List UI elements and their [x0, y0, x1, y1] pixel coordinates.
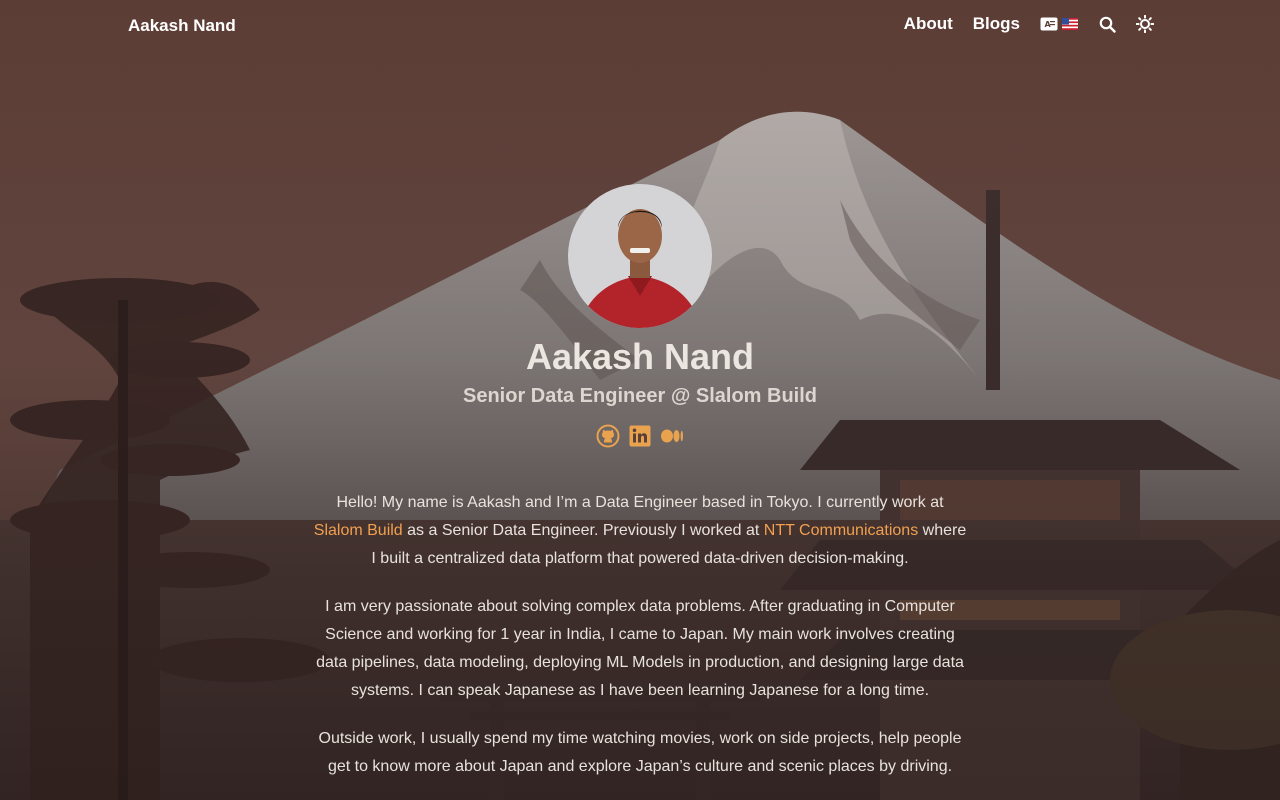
nav-link-about[interactable]: About — [904, 14, 953, 34]
profile-name: Aakash Nand — [525, 336, 755, 377]
translate-icon: A — [1040, 17, 1058, 31]
bio-paragraph-1: Hello! My name is Aakash and I’m a Data … — [310, 489, 970, 573]
github-link[interactable] — [596, 424, 620, 448]
bio-paragraph-2: I am very passionate about solving compl… — [316, 598, 964, 699]
nav-link-blogs[interactable]: Blogs — [973, 14, 1020, 34]
bio-paragraph-3: Outside work, I usually spend my time wa… — [318, 730, 962, 775]
search-button[interactable] — [1098, 15, 1116, 33]
avatar — [568, 184, 712, 328]
medium-icon — [661, 429, 683, 443]
link-slalom-build[interactable]: Slalom Build — [314, 522, 403, 539]
search-icon — [1099, 16, 1116, 33]
nav-right-group: About Blogs A — [904, 14, 1154, 34]
theme-toggle-button[interactable] — [1136, 15, 1154, 33]
linkedin-icon — [629, 425, 651, 447]
bio-text: as a Senior Data Engineer. Previously I … — [402, 522, 764, 539]
profile-photo — [568, 184, 712, 328]
top-navbar: Aakash Nand About Blogs A — [0, 0, 1280, 52]
profile-title: Senior Data Engineer @ Slalom Build — [462, 385, 817, 407]
bio-text: Hello! My name is Aakash and I’m a Data … — [336, 494, 944, 511]
bio-section: Hello! My name is Aakash and I’m a Data … — [310, 489, 970, 800]
linkedin-link[interactable] — [628, 424, 652, 448]
social-links — [596, 424, 684, 448]
site-brand-link[interactable]: Aakash Nand — [128, 16, 236, 36]
link-ntt-communications[interactable]: NTT Communications — [764, 522, 918, 539]
language-switcher[interactable]: A — [1040, 17, 1078, 31]
sun-icon — [1136, 15, 1154, 33]
profile-section: Aakash Nand Senior Data Engineer @ Slalo… — [0, 0, 1280, 800]
github-icon — [596, 424, 620, 448]
medium-link[interactable] — [660, 424, 684, 448]
us-flag-icon — [1062, 18, 1078, 30]
